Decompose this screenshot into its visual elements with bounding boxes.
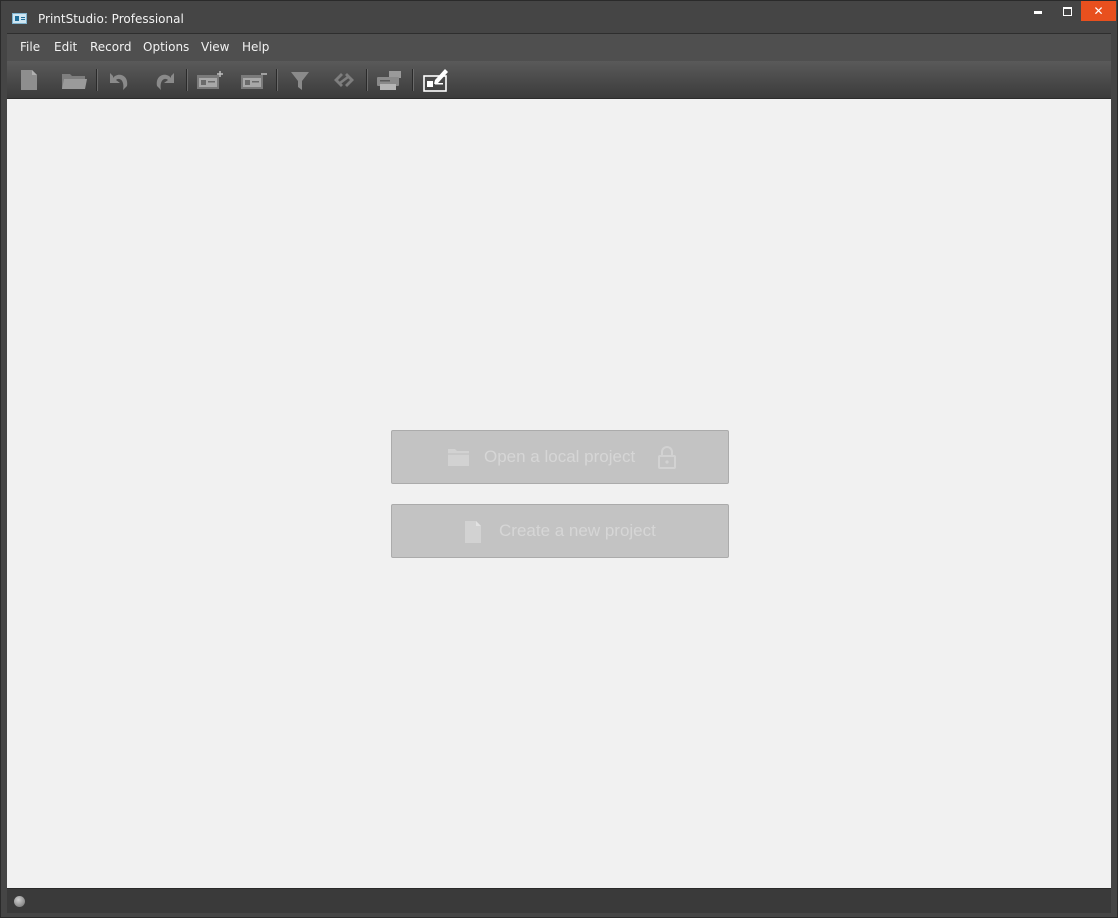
close-icon: ✕	[1093, 4, 1104, 18]
new-document-icon	[21, 70, 37, 90]
minimize-icon	[1033, 11, 1042, 14]
filter-button[interactable]	[283, 66, 317, 94]
open-folder-icon	[62, 74, 87, 89]
toolbar-separator	[186, 69, 187, 91]
maximize-button[interactable]	[1053, 1, 1082, 21]
open-local-project-label: Open a local project	[484, 447, 636, 466]
print-button[interactable]	[373, 66, 407, 94]
open-local-project-button[interactable]: Open a local project	[391, 430, 729, 484]
create-new-project-label: Create a new project	[499, 521, 656, 540]
undo-button[interactable]	[103, 66, 137, 94]
status-bar	[7, 888, 1111, 913]
printer-icon	[377, 71, 401, 90]
toolbar-separator	[276, 69, 277, 91]
open-folder-button[interactable]	[57, 66, 91, 94]
remove-card-icon	[241, 73, 267, 89]
menu-bar: File Edit Record Options View Help	[7, 33, 1111, 61]
minimize-button[interactable]	[1023, 1, 1052, 21]
menu-options[interactable]: Options	[143, 40, 189, 54]
menu-help[interactable]: Help	[242, 40, 269, 54]
toolbar	[7, 61, 1111, 99]
status-indicator-icon	[14, 896, 25, 907]
folder-icon	[448, 449, 469, 466]
create-new-project-button[interactable]: Create a new project	[391, 504, 729, 558]
menu-record[interactable]: Record	[90, 40, 131, 54]
redo-icon	[156, 73, 174, 90]
main-content: Open a local project Create a new projec…	[7, 99, 1111, 888]
window-title: PrintStudio: Professional	[38, 12, 184, 26]
redo-button[interactable]	[147, 66, 181, 94]
menu-view[interactable]: View	[201, 40, 229, 54]
close-button[interactable]: ✕	[1081, 1, 1116, 21]
remove-card-button[interactable]	[237, 66, 271, 94]
document-icon	[465, 521, 481, 543]
new-document-button[interactable]	[13, 66, 47, 94]
app-icon	[12, 13, 27, 24]
add-card-button[interactable]	[193, 66, 227, 94]
maximize-icon	[1063, 7, 1072, 16]
app-window: PrintStudio: Professional ✕ File Edit Re…	[0, 0, 1118, 918]
add-card-icon	[197, 71, 223, 89]
link-icon	[334, 73, 354, 87]
undo-icon	[110, 73, 128, 90]
lock-icon	[658, 446, 676, 469]
card-editor-icon	[423, 69, 448, 92]
menu-file[interactable]: File	[20, 40, 40, 54]
menu-edit[interactable]: Edit	[54, 40, 77, 54]
link-button[interactable]	[327, 66, 361, 94]
toolbar-separator	[366, 69, 367, 91]
filter-icon	[291, 72, 309, 90]
title-bar: PrintStudio: Professional ✕	[1, 1, 1117, 33]
toolbar-separator	[96, 69, 97, 91]
card-editor-button[interactable]	[419, 66, 453, 94]
toolbar-separator	[412, 69, 413, 91]
